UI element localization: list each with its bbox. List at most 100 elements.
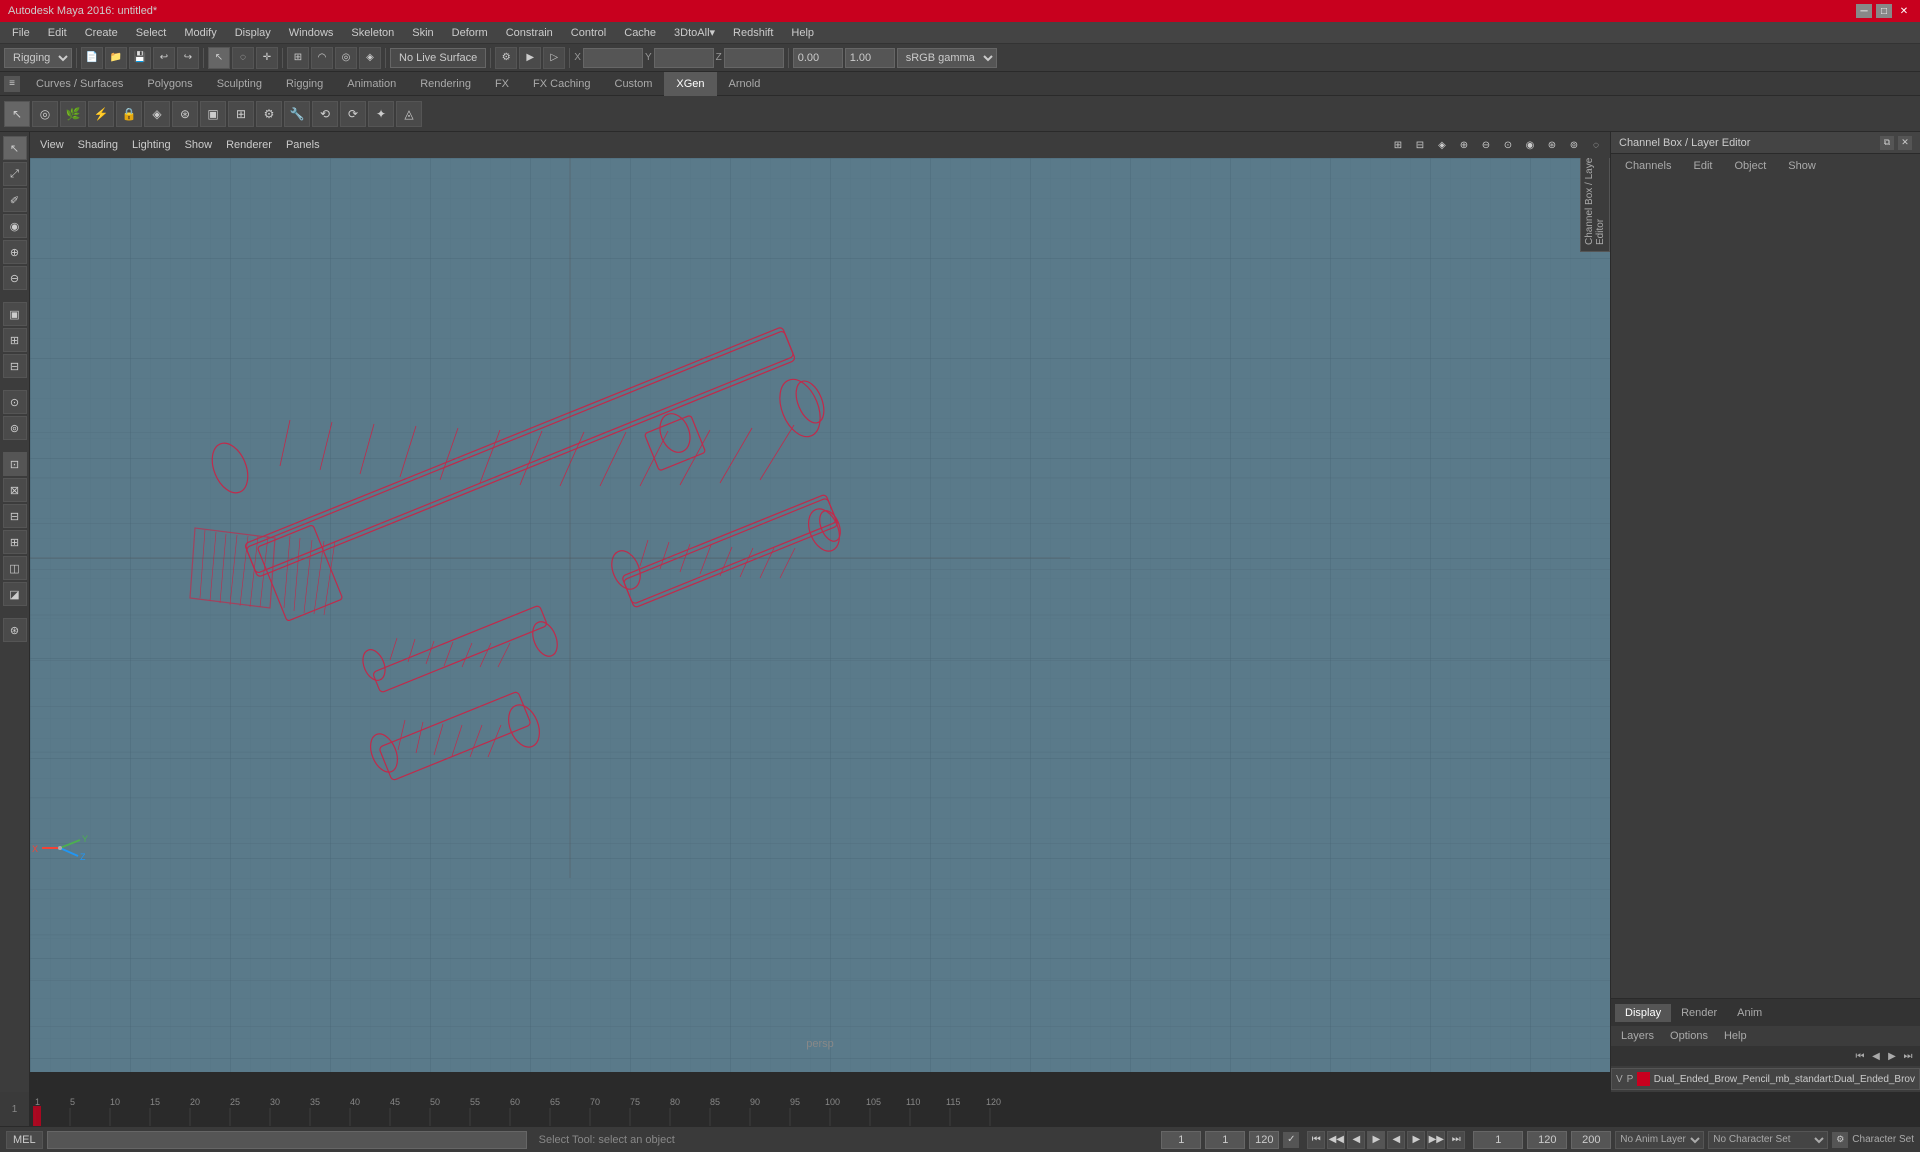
menu-cache[interactable]: Cache bbox=[616, 25, 664, 41]
menu-skeleton[interactable]: Skeleton bbox=[343, 25, 402, 41]
shelf-icon-10[interactable]: ⚙ bbox=[256, 101, 282, 127]
tab-rigging[interactable]: Rigging bbox=[274, 72, 335, 96]
layer-nav-next[interactable]: ▶ bbox=[1884, 1048, 1900, 1064]
menu-redshift[interactable]: Redshift bbox=[725, 25, 781, 41]
menu-help[interactable]: Help bbox=[783, 25, 822, 41]
left-btn-5[interactable]: ⊕ bbox=[3, 240, 27, 264]
left-btn-14[interactable]: ⊟ bbox=[3, 504, 27, 528]
vp-icon-10[interactable]: ◌ bbox=[1586, 135, 1606, 155]
frame-current-display[interactable] bbox=[1205, 1131, 1245, 1149]
layers-button[interactable]: Layers bbox=[1615, 1028, 1660, 1044]
playback-frame[interactable] bbox=[1473, 1131, 1523, 1149]
menu-file[interactable]: File bbox=[4, 25, 38, 41]
shelf-icon-13[interactable]: ⟳ bbox=[340, 101, 366, 127]
help-button[interactable]: Help bbox=[1718, 1028, 1753, 1044]
anim-layer-selector[interactable]: No Anim Layer bbox=[1615, 1131, 1704, 1149]
move-tool[interactable]: ✛ bbox=[256, 47, 278, 69]
frame-range-start[interactable] bbox=[1161, 1131, 1201, 1149]
menu-control[interactable]: Control bbox=[563, 25, 614, 41]
left-btn-11[interactable]: ⊚ bbox=[3, 416, 27, 440]
shelf-icon-6[interactable]: ◈ bbox=[144, 101, 170, 127]
undo-button[interactable]: ↩ bbox=[153, 47, 175, 69]
layer-nav-prev[interactable]: ◀ bbox=[1868, 1048, 1884, 1064]
snap-grid[interactable]: ⊞ bbox=[287, 47, 309, 69]
shelf-icon-8[interactable]: ▣ bbox=[200, 101, 226, 127]
render-button[interactable]: ▶ bbox=[519, 47, 541, 69]
transport-next-frame[interactable]: ▶ bbox=[1407, 1131, 1425, 1149]
display-tab-render[interactable]: Render bbox=[1671, 1004, 1727, 1022]
close-button[interactable]: ✕ bbox=[1896, 4, 1912, 18]
menu-3dtool[interactable]: 3DtoAll▾ bbox=[666, 24, 723, 41]
vp-icon-9[interactable]: ⊚ bbox=[1564, 135, 1584, 155]
vp-renderer-menu[interactable]: Renderer bbox=[220, 137, 278, 153]
lasso-tool[interactable]: ◌ bbox=[232, 47, 254, 69]
transport-next-key[interactable]: ▶▶ bbox=[1427, 1131, 1445, 1149]
menu-modify[interactable]: Modify bbox=[176, 25, 224, 41]
vp-icon-8[interactable]: ⊛ bbox=[1542, 135, 1562, 155]
maximize-button[interactable]: □ bbox=[1876, 4, 1892, 18]
viewport-canvas[interactable]: Y Z X persp bbox=[30, 158, 1610, 1072]
x-input[interactable] bbox=[583, 48, 643, 68]
snap-curve[interactable]: ◠ bbox=[311, 47, 333, 69]
new-scene-button[interactable]: 📄 bbox=[81, 47, 103, 69]
tab-channels[interactable]: Channels bbox=[1615, 158, 1681, 174]
shelf-icon-3[interactable]: 🌿 bbox=[60, 101, 86, 127]
z-input[interactable] bbox=[724, 48, 784, 68]
menu-select[interactable]: Select bbox=[128, 25, 175, 41]
tab-rendering[interactable]: Rendering bbox=[408, 72, 483, 96]
tab-edit[interactable]: Edit bbox=[1683, 158, 1722, 174]
shelf-icon-14[interactable]: ✦ bbox=[368, 101, 394, 127]
menu-deform[interactable]: Deform bbox=[444, 25, 496, 41]
menu-windows[interactable]: Windows bbox=[281, 25, 342, 41]
shelf-icon-7[interactable]: ⊛ bbox=[172, 101, 198, 127]
left-btn-6[interactable]: ⊖ bbox=[3, 266, 27, 290]
vp-icon-1[interactable]: ⊞ bbox=[1388, 135, 1408, 155]
left-btn-10[interactable]: ⊙ bbox=[3, 390, 27, 414]
snap-point[interactable]: ◎ bbox=[335, 47, 357, 69]
total-frames[interactable] bbox=[1571, 1131, 1611, 1149]
character-set-button[interactable]: ⚙ bbox=[1832, 1132, 1848, 1148]
title-controls[interactable]: ─ □ ✕ bbox=[1856, 4, 1912, 18]
shelf-menu-icon[interactable]: ≡ bbox=[4, 76, 20, 92]
vp-icon-7[interactable]: ◉ bbox=[1520, 135, 1540, 155]
timeline-track[interactable]: 1 5 10 15 20 25 30 35 40 45 50 55 60 65 … bbox=[30, 1092, 1920, 1126]
left-btn-16[interactable]: ◫ bbox=[3, 556, 27, 580]
character-set-selector[interactable]: No Character Set bbox=[1708, 1131, 1828, 1149]
options-button[interactable]: Options bbox=[1664, 1028, 1714, 1044]
vp-shading-menu[interactable]: Shading bbox=[72, 137, 124, 153]
tab-sculpting[interactable]: Sculpting bbox=[205, 72, 274, 96]
vp-show-menu[interactable]: Show bbox=[179, 137, 219, 153]
tab-arnold[interactable]: Arnold bbox=[717, 72, 773, 96]
val1-input[interactable] bbox=[793, 48, 843, 68]
gamma-select[interactable]: sRGB gamma bbox=[897, 48, 997, 68]
tab-fx[interactable]: FX bbox=[483, 72, 521, 96]
left-btn-13[interactable]: ⊠ bbox=[3, 478, 27, 502]
left-btn-4[interactable]: ◉ bbox=[3, 214, 27, 238]
channel-box-close-button[interactable]: ✕ bbox=[1898, 136, 1912, 150]
vp-lighting-menu[interactable]: Lighting bbox=[126, 137, 177, 153]
tab-curves-surfaces[interactable]: Curves / Surfaces bbox=[24, 72, 135, 96]
menu-create[interactable]: Create bbox=[77, 25, 126, 41]
select-tool[interactable]: ↖ bbox=[208, 47, 230, 69]
left-btn-17[interactable]: ◪ bbox=[3, 582, 27, 606]
playback-end[interactable] bbox=[1527, 1131, 1567, 1149]
open-scene-button[interactable]: 📁 bbox=[105, 47, 127, 69]
display-tab-anim[interactable]: Anim bbox=[1727, 1004, 1772, 1022]
transport-prev-key[interactable]: ◀◀ bbox=[1327, 1131, 1345, 1149]
val2-input[interactable] bbox=[845, 48, 895, 68]
layer-nav-last[interactable]: ⏭ bbox=[1900, 1048, 1916, 1064]
transport-play-back[interactable]: ◀ bbox=[1387, 1131, 1405, 1149]
vp-icon-4[interactable]: ⊕ bbox=[1454, 135, 1474, 155]
transport-skip-end[interactable]: ⏭ bbox=[1447, 1131, 1465, 1149]
shelf-icon-5[interactable]: 🔒 bbox=[116, 101, 142, 127]
layer-item[interactable]: V P Dual_Ended_Brow_Pencil_mb_standart:D… bbox=[1611, 1068, 1920, 1090]
render-settings[interactable]: ⚙ bbox=[495, 47, 517, 69]
shelf-select-icon[interactable]: ↖ bbox=[4, 101, 30, 127]
left-select-tool[interactable]: ↖ bbox=[3, 136, 27, 160]
display-tab-display[interactable]: Display bbox=[1615, 1004, 1671, 1022]
redo-button[interactable]: ↪ bbox=[177, 47, 199, 69]
shelf-icon-9[interactable]: ⊞ bbox=[228, 101, 254, 127]
tab-xgen[interactable]: XGen bbox=[664, 72, 716, 96]
left-btn-3[interactable]: ✐ bbox=[3, 188, 27, 212]
tab-object[interactable]: Object bbox=[1724, 158, 1776, 174]
